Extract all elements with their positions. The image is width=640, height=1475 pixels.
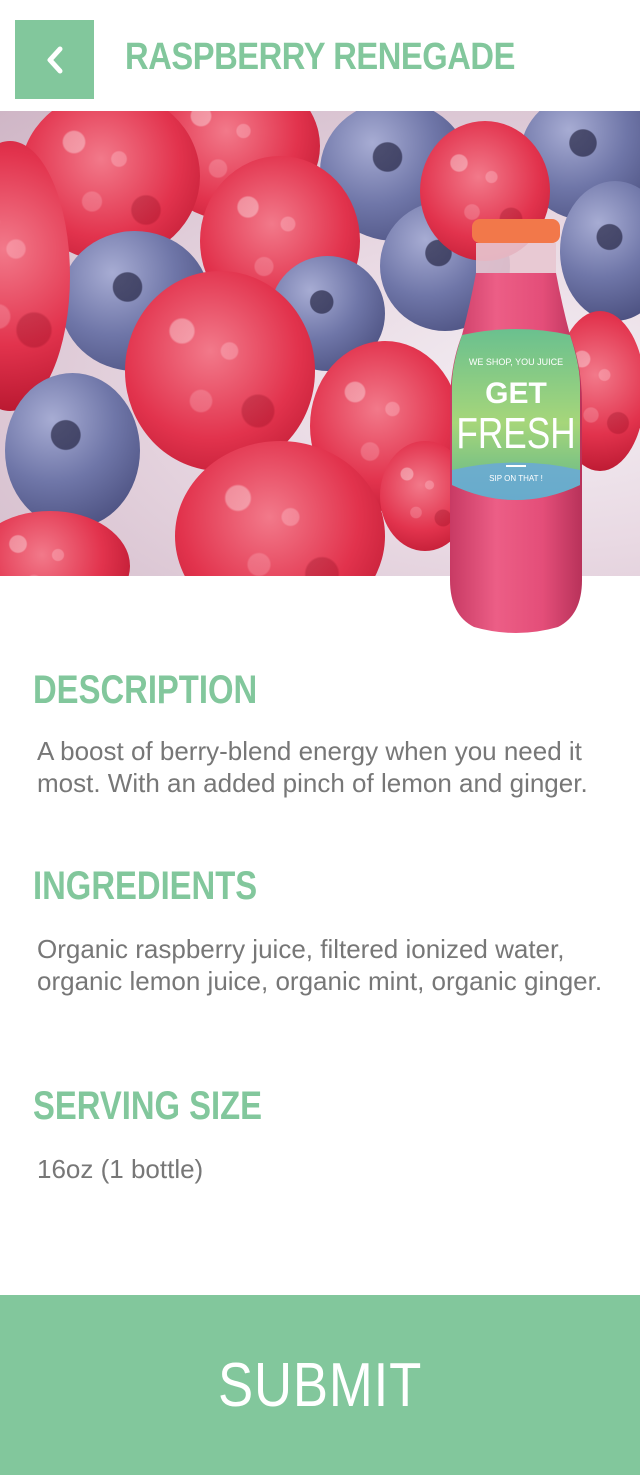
ingredients-text: Organic raspberry juice, filtered ionize… (37, 934, 603, 996)
serving-size-text: 16oz (1 bottle) (37, 1154, 204, 1184)
bottle-label-fresh: FRESH (456, 409, 575, 458)
bottle-label-slogan: SIP ON THAT ! (489, 474, 543, 483)
submit-label: SUBMIT (217, 1350, 423, 1420)
description-title: DESCRIPTION (33, 668, 258, 712)
juice-bottle-image: WE SHOP, YOU JUICE GET FRESH SIP ON THAT… (450, 219, 582, 633)
ingredients-title: INGREDIENTS (33, 864, 258, 908)
description-text: A boost of berry-blend energy when you n… (37, 736, 588, 798)
submit-button[interactable]: SUBMIT (0, 1295, 640, 1475)
page-title: RASPBERRY RENEGADE (125, 36, 515, 78)
bottle-label-tagline: WE SHOP, YOU JUICE (469, 357, 563, 367)
bottle-label-get: GET (485, 377, 547, 410)
serving-size-title: SERVING SIZE (33, 1084, 263, 1128)
top-bar: RASPBERRY RENEGADE (0, 0, 640, 111)
